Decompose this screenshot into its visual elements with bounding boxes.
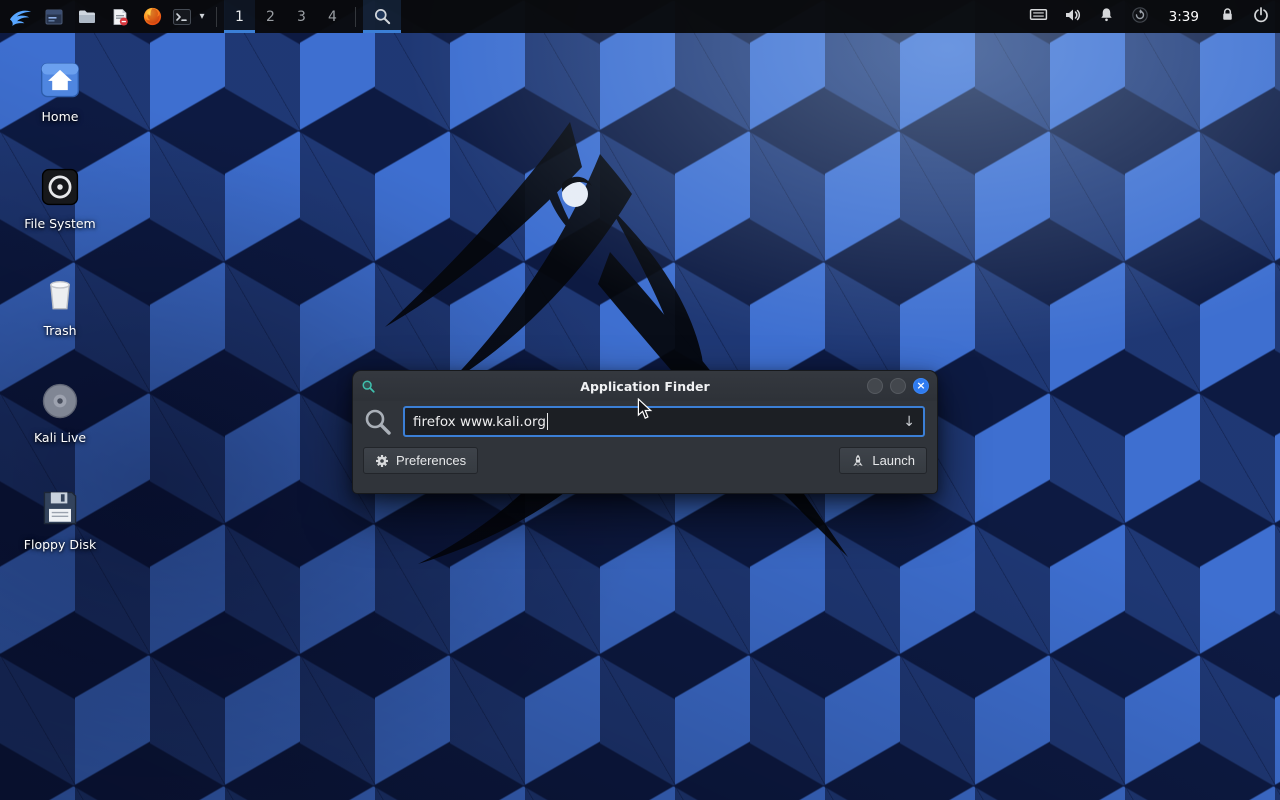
window-controls: × — [867, 378, 929, 394]
volume-icon — [1064, 6, 1082, 24]
window-icon — [44, 7, 64, 27]
launcher-terminal[interactable] — [169, 0, 195, 33]
search-icon — [363, 407, 393, 437]
display-applet[interactable] — [1029, 5, 1048, 28]
lock-applet[interactable] — [1219, 6, 1236, 27]
preferences-button-label: Preferences — [396, 453, 466, 468]
text-caret — [547, 413, 549, 430]
window-title: Application Finder — [353, 379, 937, 394]
launch-button[interactable]: Launch — [839, 447, 927, 474]
titlebar[interactable]: Application Finder × — [353, 371, 937, 401]
document-icon — [110, 7, 130, 27]
preferences-button[interactable]: Preferences — [363, 447, 478, 474]
desktop-icon-floppy-disk[interactable]: Floppy Disk — [0, 480, 120, 587]
launcher-firefox[interactable] — [136, 0, 169, 33]
launcher-dropdown-button[interactable]: ▾ — [195, 0, 209, 33]
desktop-icon-home[interactable]: Home — [0, 52, 120, 159]
taskbar-appfinder-button[interactable] — [363, 0, 401, 33]
lock-icon — [1219, 6, 1236, 23]
status-indicator-applet[interactable] — [1131, 6, 1149, 28]
launcher-window[interactable] — [37, 0, 70, 33]
desktop: ▾ 1 2 3 4 — [0, 0, 1280, 800]
notifications-applet[interactable] — [1098, 6, 1115, 27]
workspace-4[interactable]: 4 — [317, 0, 348, 33]
search-input-value: firefox www.kali.org — [413, 414, 546, 430]
desktop-icon-label: Floppy Disk — [24, 537, 96, 552]
kali-menu-button[interactable] — [4, 0, 37, 33]
desktop-icon-kali-live[interactable]: Kali Live — [0, 373, 120, 480]
kali-dragon-silhouette — [270, 112, 870, 572]
desktop-icon-label: File System — [24, 216, 96, 231]
chevron-down-icon: ▾ — [199, 11, 204, 22]
clock[interactable]: 3:39 — [1165, 9, 1203, 25]
top-panel: ▾ 1 2 3 4 — [0, 0, 1280, 33]
desktop-icon-list: Home File System Trash Kal — [0, 52, 120, 587]
workspace-3[interactable]: 3 — [286, 0, 317, 33]
launcher-text-editor[interactable] — [103, 0, 136, 33]
search-input[interactable]: firefox www.kali.org ↓ — [403, 406, 925, 437]
panel-separator — [355, 7, 356, 27]
finder-body: firefox www.kali.org ↓ — [353, 401, 937, 441]
panel-separator — [216, 7, 217, 27]
maximize-button[interactable] — [890, 378, 906, 394]
workspace-2[interactable]: 2 — [255, 0, 286, 33]
launcher-file-manager[interactable] — [70, 0, 103, 33]
home-icon — [37, 58, 83, 102]
launch-button-label: Launch — [872, 453, 915, 468]
application-finder-window: Application Finder × firefox www.kali.or… — [352, 370, 938, 494]
system-tray: 3:39 — [1029, 5, 1276, 28]
desktop-icon-file-system[interactable]: File System — [0, 159, 120, 266]
workspace-1[interactable]: 1 — [224, 0, 255, 33]
file-system-icon — [38, 165, 82, 209]
history-dropdown-icon[interactable]: ↓ — [895, 414, 915, 430]
firefox-icon — [142, 6, 163, 27]
dragon-orb — [562, 181, 588, 207]
desktop-icon-label: Trash — [43, 323, 76, 338]
logout-applet[interactable] — [1252, 6, 1270, 28]
desktop-icon-label: Kali Live — [34, 430, 86, 445]
trash-icon — [38, 272, 82, 316]
minimize-button[interactable] — [867, 378, 883, 394]
power-icon — [1252, 6, 1270, 24]
launch-icon — [851, 454, 865, 468]
magnifier-icon — [373, 7, 392, 26]
volume-applet[interactable] — [1064, 6, 1082, 28]
bell-icon — [1098, 6, 1115, 23]
finder-buttons-row: Preferences Launch — [353, 441, 937, 484]
close-button[interactable]: × — [913, 378, 929, 394]
gear-icon — [375, 454, 389, 468]
status-circle-icon — [1131, 6, 1149, 24]
kali-logo-icon — [8, 4, 33, 29]
appfinder-window-icon — [361, 379, 376, 394]
cd-disc-icon — [38, 379, 82, 423]
desktop-icon-trash[interactable]: Trash — [0, 266, 120, 373]
desktop-icon-label: Home — [42, 109, 79, 124]
folder-icon — [77, 7, 97, 27]
terminal-icon — [172, 7, 192, 27]
close-icon: × — [916, 379, 925, 392]
floppy-disk-icon — [38, 486, 82, 530]
display-icon — [1029, 5, 1048, 24]
